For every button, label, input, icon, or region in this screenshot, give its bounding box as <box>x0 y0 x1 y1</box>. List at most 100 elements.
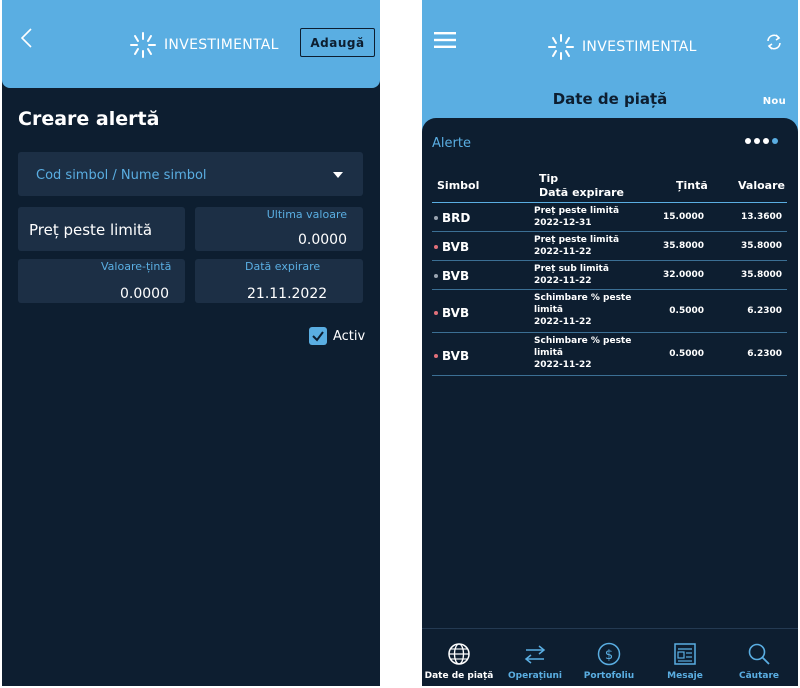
checkmark-icon <box>312 331 324 342</box>
alert-row[interactable]: BVB Schimbare % peste limită 2022-11-22 0.50… <box>432 333 787 376</box>
alert-value: 13.3600 <box>741 212 782 222</box>
alert-expiry: 2022-11-22 <box>534 317 592 327</box>
alert-type: Preț peste limită <box>534 206 620 216</box>
alert-target: 35.8000 <box>663 241 704 251</box>
page-dot[interactable] <box>763 138 769 144</box>
alert-symbol: BVB <box>442 269 470 283</box>
alert-row[interactable]: BVB Preț sub limită 2022-11-22 32.0000 35.80… <box>432 261 787 290</box>
alert-type-select[interactable]: Preț peste limită <box>18 207 185 251</box>
alerts-panel: Alerte Simbol Tip Dată expirare Țintă Va… <box>422 118 798 628</box>
active-toggle[interactable]: Activ <box>309 327 365 345</box>
col-expiry-header: Dată expirare <box>539 186 624 199</box>
tab-portfolio[interactable]: $ Portofoliu <box>572 629 646 686</box>
alert-type-cell: Preț peste limită 2022-12-31 <box>534 205 634 229</box>
svg-text:$: $ <box>605 648 613 663</box>
refresh-icon[interactable] <box>764 32 784 52</box>
status-dot <box>434 354 438 358</box>
target-value-field[interactable]: Valoare-țintă 0.0000 <box>18 259 185 303</box>
page-dot-active[interactable] <box>772 138 778 144</box>
dropdown-caret-icon <box>333 172 343 178</box>
page-dot[interactable] <box>754 138 760 144</box>
status-dot <box>434 216 438 220</box>
alert-symbol: BVB <box>442 306 470 320</box>
alert-row[interactable]: BVB Schimbare % peste limită 2022-11-22 0.50… <box>432 290 787 333</box>
alert-type-cell: Preț sub limită 2022-11-22 <box>534 263 634 287</box>
brand-logo: INVESTIMENTAL <box>128 30 279 60</box>
alert-type: limită <box>534 305 564 315</box>
status-dot <box>434 311 438 315</box>
alert-value: 6.2300 <box>747 349 782 359</box>
tab-market-data[interactable]: Date de piață <box>422 629 496 686</box>
row-divider <box>432 375 787 376</box>
add-button[interactable]: Adaugă <box>300 28 375 57</box>
globe-icon <box>448 643 470 665</box>
alert-type-cell: Schimbare % peste limită 2022-11-22 <box>534 292 634 328</box>
hamburger-menu-icon[interactable] <box>434 32 456 48</box>
tab-label: Mesaje <box>667 671 703 681</box>
alert-value: 35.8000 <box>741 270 782 280</box>
alert-type: limită <box>534 348 564 358</box>
col-type-header: Tip <box>539 172 559 185</box>
alert-type: Preț sub limită <box>534 264 609 274</box>
newspaper-icon <box>674 643 696 665</box>
active-checkbox[interactable] <box>309 327 327 345</box>
active-label: Activ <box>333 328 366 344</box>
last-value: 0.0000 <box>298 232 347 248</box>
brand-wordmark: INVESTIMENTAL <box>164 37 279 53</box>
alerts-section-title: Alerte <box>432 136 471 151</box>
symbol-select[interactable]: Cod simbol / Nume simbol <box>18 152 363 196</box>
symbol-placeholder: Cod simbol / Nume simbol <box>36 168 207 183</box>
target-value-label: Valoare-țintă <box>101 260 172 273</box>
brand-wordmark: INVESTIMENTAL <box>582 39 697 55</box>
page-indicator[interactable] <box>745 138 778 144</box>
col-target-header: Țintă <box>676 179 708 192</box>
new-alert-button[interactable]: Nou <box>763 96 786 107</box>
alert-type-cell: Schimbare % peste limită 2022-11-22 <box>534 335 634 371</box>
alert-value: 35.8000 <box>741 241 782 251</box>
col-value-header: Valoare <box>738 179 785 192</box>
alert-row[interactable]: BVB Preț peste limită 2022-11-22 35.8000 35.… <box>432 232 787 261</box>
alert-symbol: BVB <box>442 349 470 363</box>
market-data-screen: INVESTIMENTAL Date de piață Nou Alerte S… <box>422 0 798 686</box>
col-symbol-header: Simbol <box>437 179 480 192</box>
alert-expiry: 2022-11-22 <box>534 276 592 286</box>
tab-search[interactable]: Căutare <box>722 629 796 686</box>
tab-operations[interactable]: Operațiuni <box>498 629 572 686</box>
alert-expiry: 2022-11-22 <box>534 360 592 370</box>
alert-symbol: BRD <box>442 211 471 225</box>
alert-target: 0.5000 <box>669 306 704 316</box>
create-alert-screen: INVESTIMENTAL Adaugă Creare alertă Cod s… <box>2 0 380 686</box>
target-value-input[interactable]: 0.0000 <box>120 286 169 302</box>
alert-type-cell: Preț peste limită 2022-11-22 <box>534 234 634 258</box>
expiry-date-value[interactable]: 21.11.2022 <box>247 286 327 302</box>
alert-target: 0.5000 <box>669 349 704 359</box>
tab-label: Căutare <box>738 671 779 681</box>
alert-row[interactable]: BRD Preț peste limită 2022-12-31 15.0000 13.… <box>432 203 787 232</box>
bottom-tab-bar: Date de piață Operațiuni $ Portofoliu Me… <box>422 628 798 686</box>
status-dot <box>434 245 438 249</box>
last-value-label: Ultima valoare <box>266 208 347 221</box>
brand-logo: INVESTIMENTAL <box>546 32 697 62</box>
dollar-circle-icon: $ <box>597 642 621 666</box>
tab-label: Date de piață <box>424 671 494 681</box>
screen-title: Date de piață <box>552 90 668 108</box>
expiry-date-field[interactable]: Dată expirare 21.11.2022 <box>195 259 363 303</box>
alert-type-value: Preț peste limită <box>29 221 153 239</box>
status-dot <box>434 274 438 278</box>
tab-label: Portofoliu <box>583 671 635 681</box>
alert-type: Preț peste limită <box>534 235 620 245</box>
search-icon <box>748 643 770 665</box>
header-bar: INVESTIMENTAL Date de piață Nou <box>422 0 798 132</box>
star-logo-icon <box>548 34 574 60</box>
star-logo-icon <box>130 32 156 58</box>
tab-messages[interactable]: Mesaje <box>648 629 722 686</box>
page-title: Creare alertă <box>18 108 160 130</box>
alert-type: Schimbare % peste <box>534 336 632 346</box>
page-dot[interactable] <box>745 138 751 144</box>
alert-target: 32.0000 <box>663 270 704 280</box>
alert-symbol: BVB <box>442 240 470 254</box>
alert-target: 15.0000 <box>663 212 704 222</box>
alert-expiry: 2022-12-31 <box>534 218 592 228</box>
arrows-exchange-icon <box>524 645 546 664</box>
back-arrow-icon[interactable] <box>18 26 38 50</box>
